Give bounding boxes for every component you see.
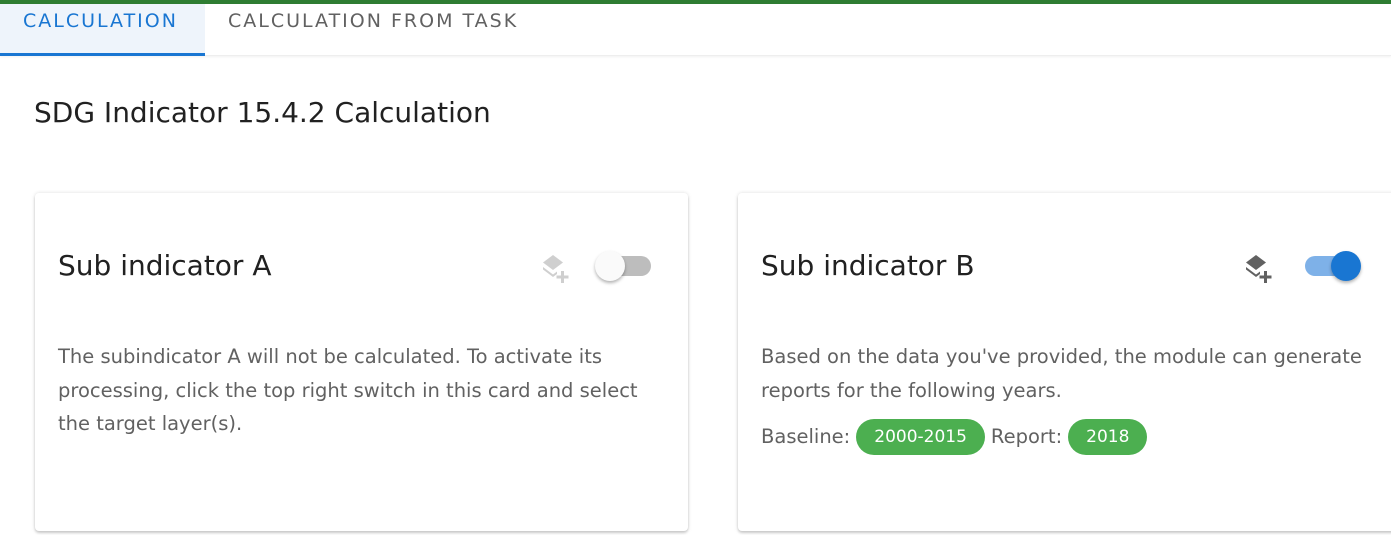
baseline-chip[interactable]: 2000-2015 — [856, 419, 985, 455]
sub-indicator-a-card: Sub indicator A The subindicator A will … — [35, 193, 688, 531]
tab-bar: CALCULATION CALCULATION FROM TASK — [0, 4, 1391, 56]
card-description: The subindicator A will not be calculate… — [58, 345, 638, 435]
sub-indicator-a-toggle[interactable] — [595, 251, 655, 281]
sub-indicator-b-toggle[interactable] — [1301, 251, 1361, 281]
baseline-label: Baseline: — [761, 425, 851, 448]
layers-plus-icon[interactable] — [1241, 251, 1275, 285]
report-chip[interactable]: 2018 — [1068, 419, 1148, 455]
toggle-thumb — [595, 251, 625, 281]
layers-plus-icon[interactable] — [538, 251, 572, 285]
tab-calculation[interactable]: CALCULATION — [0, 4, 205, 56]
tab-calculation-from-task[interactable]: CALCULATION FROM TASK — [205, 4, 541, 56]
card-title: Sub indicator B — [761, 249, 975, 282]
sub-indicator-b-card: Sub indicator B Based on the data you've… — [738, 193, 1391, 531]
page-title: SDG Indicator 15.4.2 Calculation — [34, 96, 491, 129]
card-description: Based on the data you've provided, the m… — [761, 345, 1362, 402]
card-title: Sub indicator A — [58, 249, 272, 282]
years-line: Baseline: 2000-2015 Report: 2018 — [761, 419, 1153, 455]
toggle-thumb — [1331, 251, 1361, 281]
report-label: Report: — [990, 425, 1063, 448]
